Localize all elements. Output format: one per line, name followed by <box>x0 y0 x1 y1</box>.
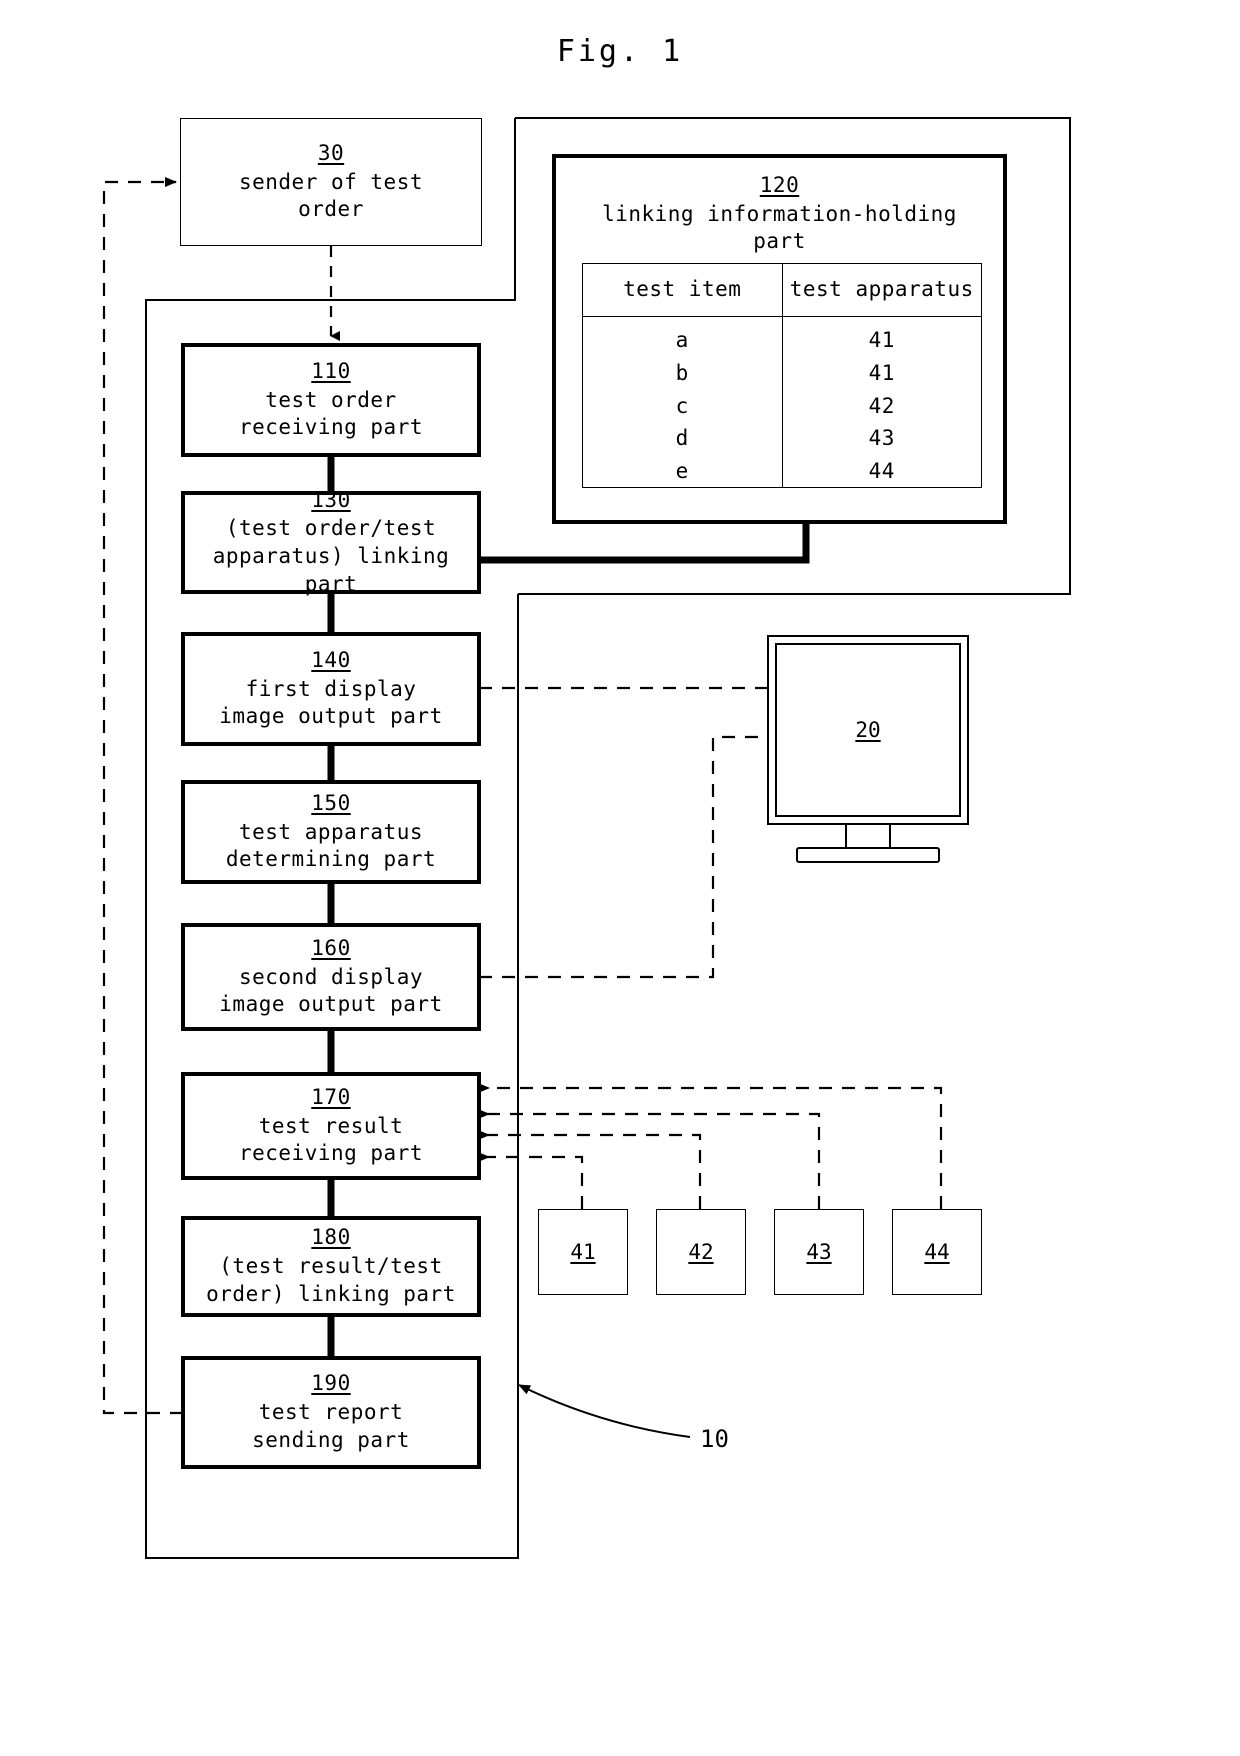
box-label-130: (test order/test apparatus) linking part <box>212 516 450 596</box>
box-label-140: first display image output part <box>219 676 443 729</box>
table-cell-apparatus: 43 <box>868 426 895 451</box>
box-first-display-image-output-part[interactable]: 140 first display image output part <box>181 632 481 746</box>
box-ref-20: 20 <box>855 717 881 742</box>
table-header-test-item: test item <box>583 264 783 317</box>
monitor-screen[interactable]: 20 <box>775 643 961 817</box>
table-cell-apparatus: 42 <box>868 393 895 418</box>
system-ref-label: 10 <box>700 1425 729 1453</box>
box-ref-110: 110 <box>311 358 351 383</box>
box-test-apparatus-determining-part[interactable]: 150 test apparatus determining part <box>181 780 481 884</box>
box-ref-43: 43 <box>806 1239 832 1264</box>
box-ref-120: 120 <box>759 173 800 197</box>
table-row: d 43 <box>583 421 981 455</box>
figure-title: Fig. 1 <box>556 34 684 69</box>
table-cell-item: d <box>583 421 783 455</box>
flow-44-to-170 <box>478 1083 943 1209</box>
monitor-stand-neck <box>845 825 891 847</box>
link-130-to-120 <box>478 524 810 564</box>
box-label-150: test apparatus determining part <box>225 819 437 872</box>
flow-190-to-30 <box>102 177 183 1415</box>
figure-page: Fig. 1 30 sender of test order 110 test … <box>0 0 1240 1756</box>
box-test-report-sending-part[interactable]: 190 test report sending part <box>181 1356 481 1469</box>
box-test-apparatus-42[interactable]: 42 <box>656 1209 746 1295</box>
box-test-result-order-linking-part[interactable]: 180 (test result/test order) linking par… <box>181 1216 481 1317</box>
box-ref-42: 42 <box>688 1239 714 1264</box>
box-label-190: test report sending part <box>252 1400 410 1452</box>
box-test-apparatus-43[interactable]: 43 <box>774 1209 864 1295</box>
box-label-160: second display image output part <box>219 964 443 1017</box>
box-test-order-receiving-part[interactable]: 110 test order receiving part <box>181 343 481 457</box>
monitor-stand-base <box>796 847 940 863</box>
table-cell-item: c <box>583 389 783 422</box>
table-cell-apparatus: 44 <box>868 458 895 483</box>
table-cell-apparatus: 41 <box>868 327 895 352</box>
flow-43-to-170 <box>478 1109 821 1209</box>
box-ref-170: 170 <box>311 1084 351 1109</box>
box-test-order-apparatus-linking-part[interactable]: 130 (test order/test apparatus) linking … <box>181 488 481 596</box>
box-ref-41: 41 <box>570 1239 596 1264</box>
table-row: c 42 <box>583 389 981 422</box>
box-sender-of-test-order[interactable]: 30 sender of test order <box>180 118 482 246</box>
flow-160-to-monitor <box>479 735 767 979</box>
linking-information-table: test item test apparatus a 41 b 41 c 42 <box>582 263 982 488</box>
box-ref-130: 130 <box>311 487 351 512</box>
box-second-display-image-output-part[interactable]: 160 second display image output part <box>181 923 481 1031</box>
table-row: e 44 <box>583 454 981 487</box>
flow-42-to-170 <box>478 1130 702 1209</box>
box-ref-190: 190 <box>311 1371 351 1396</box>
table-cell-item: b <box>583 356 783 390</box>
box-ref-30: 30 <box>317 140 345 165</box>
box-label-30: sender of test order <box>238 169 423 222</box>
table-header-test-apparatus: test apparatus <box>782 264 981 317</box>
box-label-110: test order receiving part <box>238 387 423 440</box>
box-test-result-receiving-part[interactable]: 170 test result receiving part <box>181 1072 481 1180</box>
box-ref-44: 44 <box>924 1239 950 1264</box>
table-row: b 41 <box>583 356 981 390</box>
box-label-120: linking information-holding part <box>602 201 957 254</box>
box-ref-180: 180 <box>311 1225 351 1250</box>
box-test-apparatus-41[interactable]: 41 <box>538 1209 628 1295</box>
box-label-170: test result receiving part <box>238 1113 423 1166</box>
box-label-180: (test result/test order) linking part <box>206 1254 456 1306</box>
table-cell-apparatus: 41 <box>868 360 895 385</box>
box-ref-140: 140 <box>311 647 351 672</box>
table-header-row: test item test apparatus <box>583 264 981 317</box>
leader-to-system-10 <box>518 1384 691 1438</box>
table-cell-item: e <box>583 454 783 487</box>
table-row: a 41 <box>583 316 981 357</box>
flow-41-to-170 <box>478 1152 584 1209</box>
box-test-apparatus-44[interactable]: 44 <box>892 1209 982 1295</box>
table-cell-item: a <box>583 316 783 357</box>
box-ref-160: 160 <box>311 935 351 960</box>
box-ref-150: 150 <box>311 790 351 815</box>
